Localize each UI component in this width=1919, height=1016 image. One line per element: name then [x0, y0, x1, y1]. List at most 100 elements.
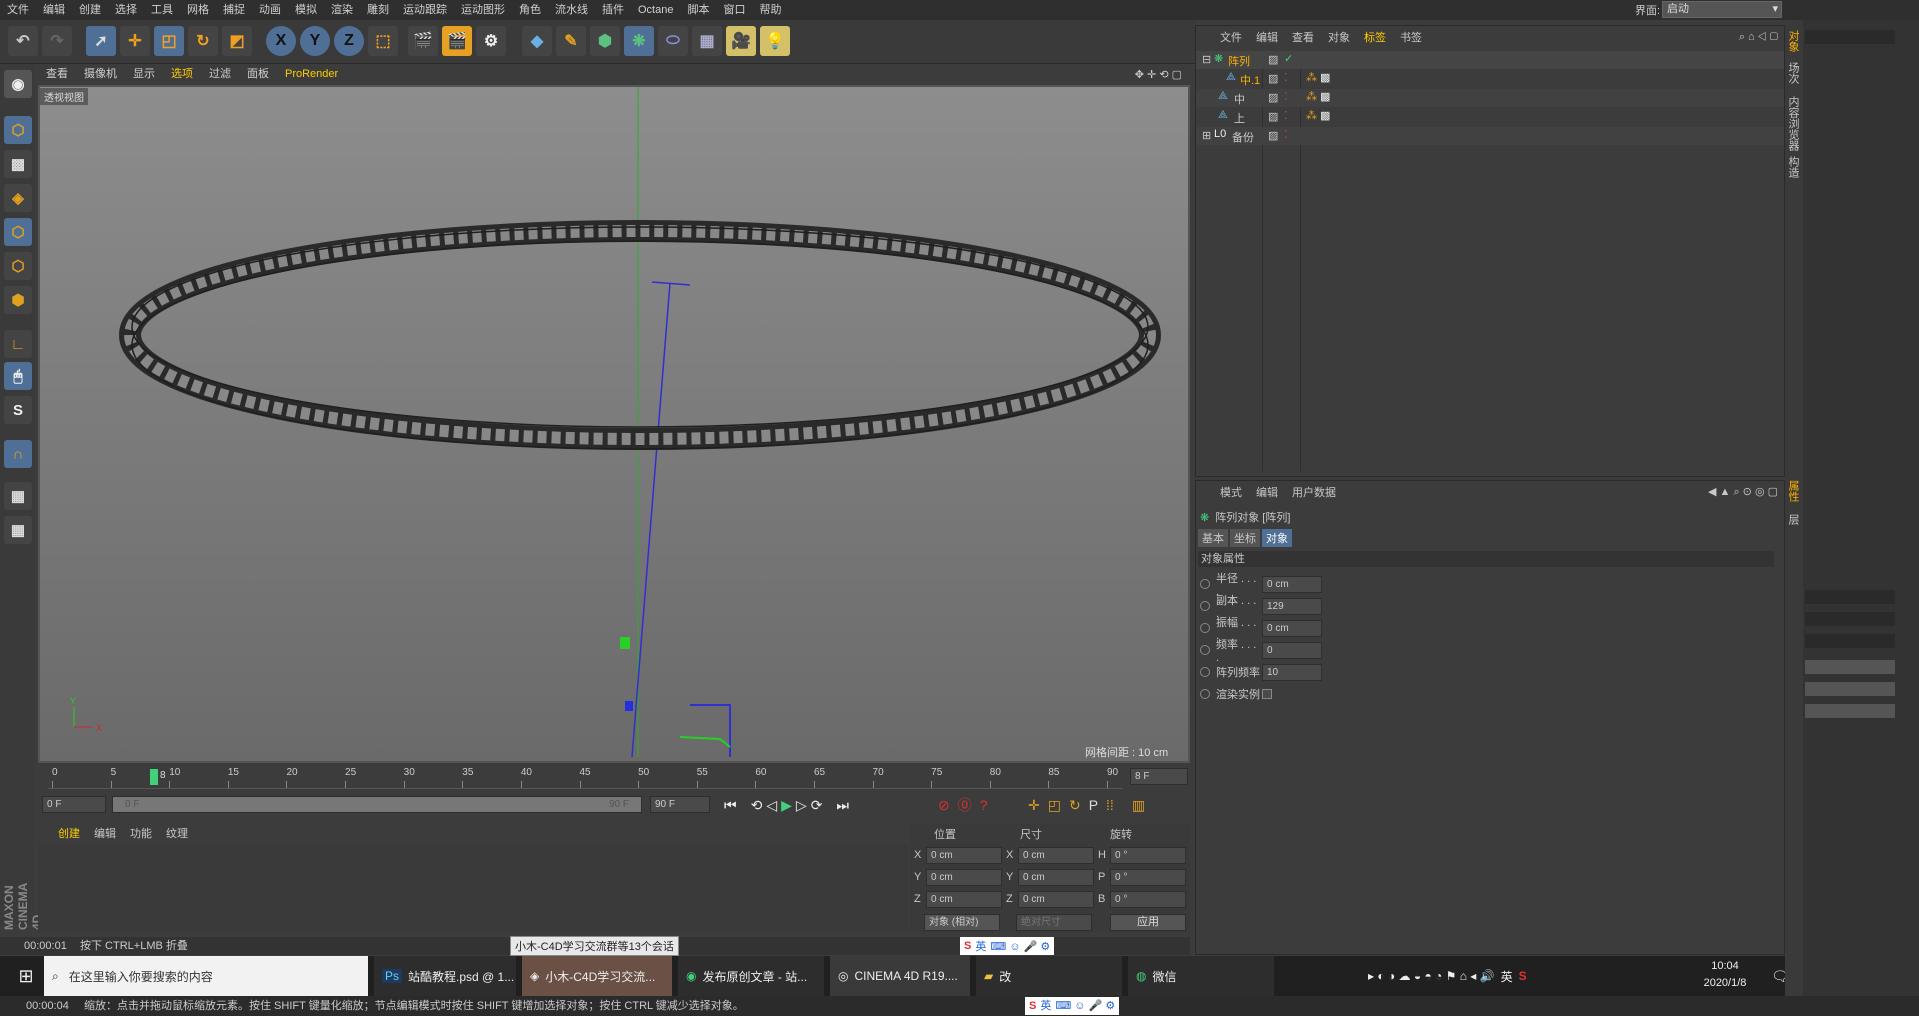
object-name[interactable]: 阵列	[1228, 53, 1250, 69]
om-menu-tags[interactable]: 标签	[1364, 29, 1386, 45]
expand-icon[interactable]: ⊞	[1202, 129, 1211, 142]
record-icon[interactable]: ⊘	[938, 797, 950, 814]
om-menu-bookmarks[interactable]: 书签	[1400, 29, 1422, 45]
footer-ime-language[interactable]: 英	[1040, 996, 1051, 1016]
position-x-field[interactable]: 0 cm	[926, 847, 1002, 864]
layout-select[interactable]: 启动 ▾	[1662, 1, 1782, 18]
menu-file[interactable]: 文件	[0, 0, 36, 20]
object-row-mid1[interactable]: ⟁ 中.1 ▨ ⁚ ⁂ ▩	[1196, 70, 1784, 88]
tweak-mode-icon[interactable]: 🖱	[4, 362, 32, 390]
current-frame-field[interactable]: 8 F	[1130, 768, 1188, 785]
menu-window[interactable]: 窗口	[716, 0, 752, 20]
ime-tools-icon[interactable]: ⌨ ☺ 🎤 ⚙	[1055, 996, 1115, 1016]
render-picture-viewer-icon[interactable]: 🎬	[442, 26, 472, 56]
object-row-mid[interactable]: ⟁ 中 ▨ ⁚ ⁂ ▩	[1196, 89, 1784, 107]
taskbar-app-browser[interactable]: ◉ 发布原创文章 - 站...	[678, 956, 824, 996]
tab-object[interactable]: 对象	[1262, 529, 1292, 547]
mat-menu-texture[interactable]: 纹理	[166, 825, 188, 841]
tag-icon[interactable]: ⁂	[1306, 109, 1317, 122]
start-frame-field[interactable]: 0 F	[42, 796, 106, 813]
keyframe-radio-icon[interactable]	[1200, 579, 1210, 589]
object-name[interactable]: 备份	[1232, 129, 1254, 145]
perspective-viewport[interactable]: Y X	[38, 85, 1190, 763]
menu-snap[interactable]: 捕捉	[216, 0, 252, 20]
taskbar-app-wechat[interactable]: ◍ 微信	[1128, 956, 1274, 996]
menu-script[interactable]: 脚本	[680, 0, 716, 20]
vp-menu-prorender[interactable]: ProRender	[277, 64, 346, 84]
layer-icon[interactable]: ▨	[1268, 72, 1278, 85]
vp-menu-cameras[interactable]: 摄像机	[76, 64, 125, 84]
key-position-icon[interactable]: ✛	[1028, 797, 1040, 814]
object-name[interactable]: 中	[1234, 91, 1245, 107]
menu-pipeline[interactable]: 流水线	[548, 0, 595, 20]
windows-start-icon[interactable]: ⊞	[0, 956, 44, 996]
mat-menu-edit[interactable]: 编辑	[94, 825, 116, 841]
sogou-tray-icon[interactable]: S	[1519, 969, 1527, 983]
prev-frame-icon[interactable]: ◁	[766, 797, 777, 814]
end-frame-field[interactable]: 90 F	[650, 796, 710, 813]
mat-menu-function[interactable]: 功能	[130, 825, 152, 841]
tab-attributes-vertical[interactable]: 属性	[1787, 480, 1801, 502]
redo-icon[interactable]: ↷	[42, 26, 72, 56]
om-menu-objects[interactable]: 对象	[1328, 29, 1350, 45]
select-tool-icon[interactable]: ➚	[86, 26, 116, 56]
tab-objects-vertical[interactable]: 对象	[1787, 30, 1801, 52]
live-select-icon[interactable]: ◩	[222, 26, 252, 56]
vp-menu-panel[interactable]: 面板	[239, 64, 277, 84]
visibility-dot-icon[interactable]: ⁚	[1284, 90, 1288, 103]
taskbar-clock[interactable]: 10:04 2020/1/8	[1690, 958, 1760, 992]
frequency-field[interactable]: 0	[1262, 641, 1322, 659]
tab-coordinates[interactable]: 坐标	[1230, 529, 1260, 547]
solo-icon[interactable]: S	[4, 396, 32, 424]
om-menu-file[interactable]: 文件	[1220, 29, 1242, 45]
om-menu-view[interactable]: 查看	[1292, 29, 1314, 45]
z-handle[interactable]	[625, 701, 633, 711]
move-tool-icon[interactable]: ✛	[120, 26, 150, 56]
object-row-backup[interactable]: ⊞ L0 备份 ▨ ⁚	[1196, 127, 1784, 145]
points-mode-icon[interactable]: ⬡	[4, 218, 32, 246]
keyframe-radio-icon[interactable]	[1200, 645, 1210, 655]
cube-icon[interactable]: ◆	[522, 26, 552, 56]
key-rotation-icon[interactable]: ↻	[1069, 797, 1081, 814]
ime-toolbar[interactable]: S 英 ⌨ ☺ 🎤 ⚙	[960, 937, 1055, 955]
amplitude-field[interactable]: 0 cm	[1262, 619, 1322, 637]
rotation-h-field[interactable]: 0 °	[1110, 847, 1186, 864]
make-editable-icon[interactable]: ◉	[4, 70, 32, 98]
tray-language[interactable]: 英	[1501, 968, 1513, 985]
keyframe-radio-icon[interactable]	[1200, 689, 1210, 699]
size-x-field[interactable]: 0 cm	[1018, 847, 1094, 864]
layer-icon[interactable]: ▨	[1268, 129, 1278, 142]
keyframe-selection-icon[interactable]: ?	[980, 797, 988, 813]
keyframe-radio-icon[interactable]	[1200, 667, 1210, 677]
menu-mesh[interactable]: 网格	[180, 0, 216, 20]
scale-tool-icon[interactable]: ◰	[154, 26, 184, 56]
taskbar-app-folder[interactable]: ▰ 改	[976, 956, 1122, 996]
deformer-icon[interactable]: ⬭	[658, 26, 688, 56]
render-settings-icon[interactable]: ⚙	[476, 26, 506, 56]
om-nav-icons[interactable]: ⌕ ⌂ ◁ ▢	[1739, 31, 1784, 44]
camera-icon[interactable]: 🎥	[726, 26, 756, 56]
polygons-mode-icon[interactable]: ⬢	[4, 286, 32, 314]
mat-menu-create[interactable]: 创建	[58, 825, 80, 841]
visibility-check-icon[interactable]: ✓	[1284, 52, 1293, 65]
pen-icon[interactable]: ✎	[556, 26, 586, 56]
position-y-field[interactable]: 0 cm	[926, 869, 1002, 886]
play-icon[interactable]: ▶	[781, 797, 792, 814]
radius-field[interactable]: 0 cm	[1262, 575, 1322, 593]
prev-key-icon[interactable]: ⟲	[751, 797, 763, 814]
object-name[interactable]: 上	[1234, 110, 1245, 126]
light-icon[interactable]: 💡	[760, 26, 790, 56]
tag-icon[interactable]: ⁂	[1306, 90, 1317, 103]
floor-icon[interactable]: ▦	[692, 26, 722, 56]
copies-field[interactable]: 129	[1262, 597, 1322, 615]
timeline-window-icon[interactable]: ▥	[1132, 797, 1145, 814]
preview-range-slider[interactable]: 0 F 90 F	[112, 796, 642, 813]
workplane-lock-icon[interactable]: ▦	[4, 482, 32, 510]
material-tag-icon[interactable]: ▩	[1320, 90, 1330, 103]
y-axis-lock-icon[interactable]: Y	[300, 26, 330, 56]
key-param-icon[interactable]: P	[1089, 797, 1098, 813]
apply-button[interactable]: 应用	[1110, 914, 1186, 931]
autokey-icon[interactable]: ⓪	[958, 795, 972, 815]
timeline-track[interactable]: 0 5 10 15 20 25 30 35 40 45 50 55 60 65 70 75 80 85 90 8	[48, 765, 1123, 789]
visibility-dot-icon[interactable]: ⁚	[1284, 71, 1288, 84]
